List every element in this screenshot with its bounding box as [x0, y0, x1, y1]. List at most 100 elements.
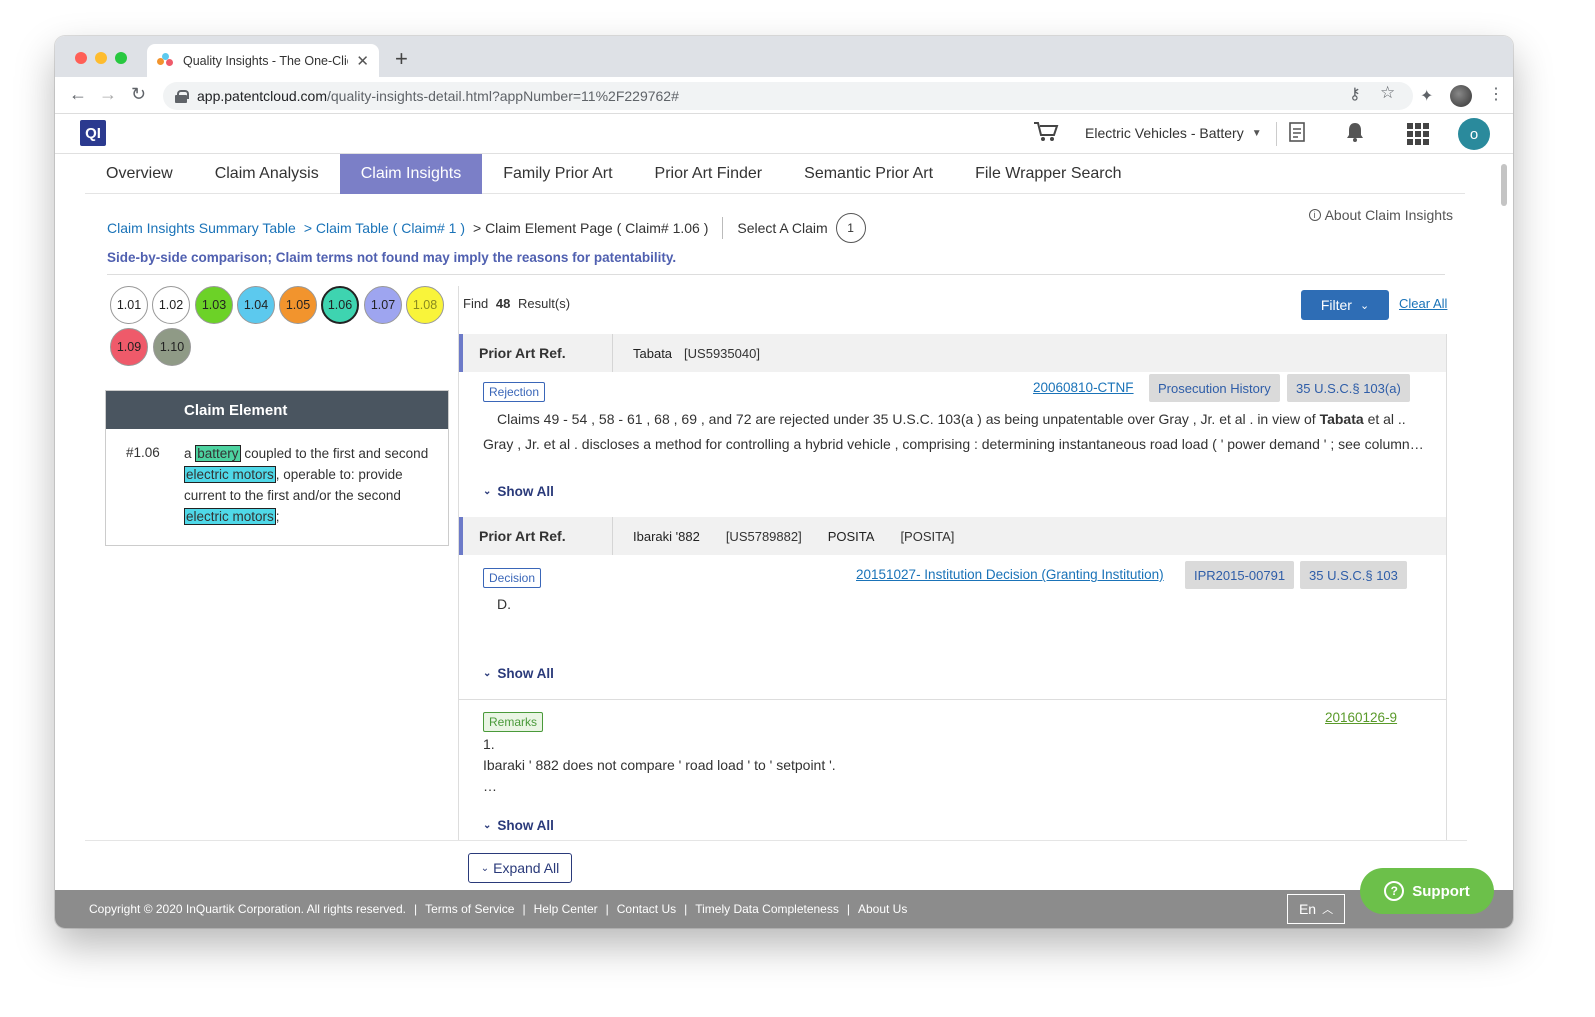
apps-grid-icon[interactable] — [1407, 123, 1429, 145]
footer-separator: | — [846, 902, 850, 916]
key-icon[interactable]: ⚷ — [1349, 84, 1361, 104]
page-scrollbar[interactable] — [1501, 164, 1507, 206]
footer-link[interactable]: Timely Data Completeness — [695, 902, 839, 916]
statute-pill[interactable]: 35 U.S.C.§ 103 — [1300, 561, 1407, 589]
close-tab-icon[interactable]: ✕ — [356, 52, 369, 70]
footer-link[interactable]: About Us — [858, 902, 907, 916]
result-count: Find 48 Result(s) — [463, 296, 570, 311]
forward-icon[interactable]: → — [99, 84, 117, 104]
notification-bell-icon[interactable] — [1345, 121, 1365, 149]
ipr-pill[interactable]: IPR2015-00791 — [1185, 561, 1295, 589]
term-highlight-battery[interactable]: battery — [195, 445, 241, 462]
chevron-down-icon: ⌄ — [483, 486, 492, 497]
claim-element-chip[interactable]: 1.10 — [153, 328, 191, 366]
expand-all-button[interactable]: ⌄ Expand All — [468, 853, 572, 883]
bookmark-star-icon[interactable]: ☆ — [1380, 83, 1395, 103]
user-avatar[interactable]: o — [1458, 118, 1490, 150]
minimize-window-button[interactable] — [95, 52, 107, 64]
show-all-label: Show All — [497, 818, 554, 833]
chevron-up-icon: ︿ — [1322, 904, 1334, 916]
claim-element-chip[interactable]: 1.03 — [195, 286, 233, 324]
close-window-button[interactable] — [75, 52, 87, 64]
info-icon: i — [1308, 209, 1321, 221]
url-host: app.patentcloud.com — [197, 88, 327, 104]
workspace-selector[interactable]: Electric Vehicles - Battery ▼ — [1085, 125, 1262, 141]
claim-element-chip[interactable]: 1.08 — [406, 286, 444, 324]
tab-prior-art-finder[interactable]: Prior Art Finder — [634, 154, 784, 194]
export-document-icon[interactable] — [1287, 121, 1307, 149]
header-divider — [1276, 122, 1277, 146]
browser-tab[interactable]: Quality Insights - The One-Clic ✕ — [147, 44, 379, 77]
footer-separator: | — [414, 902, 418, 916]
remarks-line: … — [483, 778, 497, 794]
claim-element-chip[interactable]: 1.04 — [237, 286, 275, 324]
clear-all-link[interactable]: Clear All — [1399, 296, 1447, 311]
chevron-down-icon: ⌄ — [1359, 299, 1370, 312]
footer-link[interactable]: Contact Us — [617, 902, 676, 916]
tab-strip: Quality Insights - The One-Clic ✕ + — [55, 36, 1513, 77]
footer-separator: | — [522, 902, 526, 916]
breadcrumb-divider — [722, 217, 724, 239]
expand-all-label: Expand All — [493, 860, 560, 876]
claim-element-chip[interactable]: 1.06 — [321, 286, 359, 324]
claim-element-chip[interactable]: 1.05 — [279, 286, 317, 324]
claim-element-chip[interactable]: 1.07 — [364, 286, 402, 324]
address-bar[interactable]: app.patentcloud.com/quality-insights-det… — [163, 82, 1413, 110]
claim-element-chip[interactable]: 1.01 — [110, 286, 148, 324]
results-list: Prior Art Ref. Tabata [US5935040] Reject… — [459, 334, 1447, 840]
tab-semantic-prior-art[interactable]: Semantic Prior Art — [783, 154, 954, 194]
breadcrumb-summary-link[interactable]: Claim Insights Summary Table — [107, 220, 296, 236]
term-highlight-electric-motors[interactable]: electric motors — [184, 466, 276, 483]
back-icon[interactable]: ← — [69, 84, 87, 104]
main-nav: Overview Claim Analysis Claim Insights Fami… — [85, 154, 1465, 194]
main-content: Claim Insights Summary Table > Claim Tab… — [85, 194, 1467, 840]
support-button[interactable]: ? Support — [1360, 868, 1494, 914]
new-tab-icon[interactable]: + — [395, 48, 408, 70]
prior-art-ref-number: [POSITA] — [900, 528, 955, 544]
breadcrumb-claim-table-link[interactable]: > Claim Table ( Claim# 1 ) — [304, 220, 465, 236]
result-divider — [459, 699, 1446, 700]
footer-separator: | — [605, 902, 609, 916]
select-claim-button[interactable]: 1 — [835, 213, 866, 243]
result-count-prefix: Find — [463, 296, 489, 311]
result-text-line: Gray , Jr. et al . discloses a method fo… — [483, 436, 1424, 452]
footer-link[interactable]: Help Center — [534, 902, 598, 916]
show-all-button[interactable]: ⌄ Show All — [483, 484, 554, 499]
tab-overview[interactable]: Overview — [85, 154, 194, 194]
term-highlight-electric-motors[interactable]: electric motors — [184, 508, 276, 525]
lock-icon — [175, 90, 189, 103]
claim-element-chip[interactable]: 1.09 — [110, 328, 148, 366]
show-all-button[interactable]: ⌄ Show All — [483, 666, 554, 681]
tab-claim-insights[interactable]: Claim Insights — [339, 154, 483, 194]
tab-claim-analysis[interactable]: Claim Analysis — [194, 154, 340, 194]
browser-menu-icon[interactable]: ⋮ — [1488, 84, 1504, 104]
prior-art-ref-number: [US5789882] — [725, 528, 802, 544]
claim-element-header: Claim Element — [106, 391, 448, 429]
reload-icon[interactable]: ↻ — [131, 84, 146, 104]
url-path: /quality-insights-detail.html?appNumber=… — [326, 88, 679, 104]
prosecution-history-pill[interactable]: Prosecution History — [1149, 374, 1280, 402]
document-link[interactable]: 20060810-CTNF — [1033, 380, 1134, 395]
document-link[interactable]: 20151027- Institution Decision (Granting… — [856, 567, 1164, 582]
result-text-part: Claims 49 - 54 , 58 - 61 , 68 , 69 , and… — [497, 411, 1316, 427]
language-selector[interactable]: En ︿ — [1287, 894, 1345, 924]
app-logo[interactable]: QI — [80, 120, 106, 146]
maximize-window-button[interactable] — [115, 52, 127, 64]
result-text-highlight: Tabata — [1319, 411, 1364, 427]
workspace-label: Electric Vehicles - Battery — [1085, 125, 1244, 141]
filter-button[interactable]: Filter ⌄ — [1301, 290, 1389, 320]
footer-link[interactable]: Terms of Service — [425, 902, 514, 916]
tab-family-prior-art[interactable]: Family Prior Art — [482, 154, 633, 194]
document-link[interactable]: 20160126-9 — [1325, 710, 1397, 725]
browser-window: Quality Insights - The One-Clic ✕ + ← → … — [55, 36, 1513, 928]
prior-art-ref-name: Ibaraki '882 — [633, 528, 700, 544]
about-claim-insights-link[interactable]: i About Claim Insights — [1308, 207, 1453, 223]
statute-pill[interactable]: 35 U.S.C.§ 103(a) — [1287, 374, 1410, 402]
cart-icon[interactable] — [1033, 121, 1059, 149]
profile-avatar[interactable] — [1450, 85, 1472, 107]
extensions-icon[interactable]: ✦ — [1420, 86, 1433, 106]
show-all-button[interactable]: ⌄ Show All — [483, 818, 554, 833]
tab-file-wrapper-search[interactable]: File Wrapper Search — [954, 154, 1142, 194]
claim-element-chip[interactable]: 1.02 — [152, 286, 190, 324]
breadcrumb-current: > Claim Element Page ( Claim# 1.06 ) — [473, 220, 709, 236]
